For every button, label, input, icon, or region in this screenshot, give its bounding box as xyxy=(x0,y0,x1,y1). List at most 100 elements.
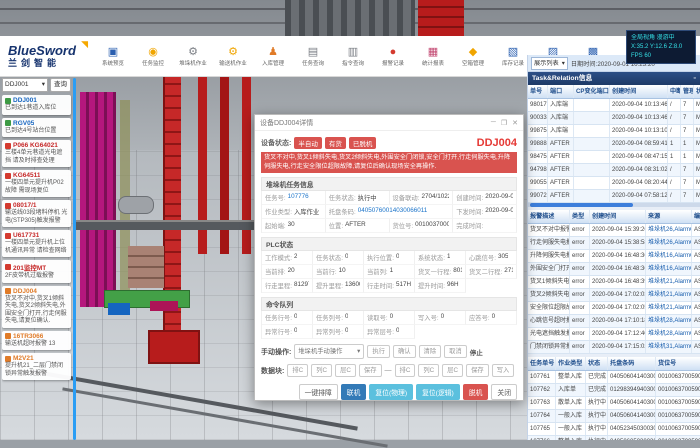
col-header[interactable]: 状态 xyxy=(586,357,608,370)
table-row[interactable]: 94798 AFTER 2020-09-04 08:31:02 / 7 MCN xyxy=(528,164,700,177)
toolbar-menu-item[interactable]: ▤ 任务查询 xyxy=(294,46,332,67)
alert-card[interactable]: KG64511 一楼四单元提升机P02故障 需现场复位 xyxy=(2,170,71,197)
alert-card[interactable]: 16TR3066 输送机超时报警 13 xyxy=(2,331,71,351)
datablock-button[interactable]: 层C xyxy=(335,364,356,377)
table-row[interactable]: 98017 入库端 2020-09-04 10:13:46 / 7 MCN xyxy=(528,99,700,112)
table-row[interactable]: 99055 AFTER 2020-09-04 08:20:44 / 7 MCN xyxy=(528,177,700,190)
table-row[interactable]: 行走伺服失电报警 error 2020-09-04 15:38:58 堆垛机26… xyxy=(528,237,700,250)
toolbar-menu-item[interactable]: ⚙ 输送机作业 xyxy=(214,46,252,67)
table-row[interactable]: 99875 入库端 2020-09-04 10:13:10 / 7 MCN xyxy=(528,125,700,138)
cell: 堆垛机21,AlarmCmd xyxy=(646,302,692,314)
manual-operation-button[interactable]: 确认 xyxy=(393,345,416,358)
col-header[interactable]: 创建时间 xyxy=(590,210,646,223)
table-row[interactable]: 107763 散单入库 执行中 0405060414030068 0010063… xyxy=(528,397,700,410)
alert-card[interactable]: P066 KG64021 三楼4单元巷道光电遮挡 请及时排查处理 xyxy=(2,140,71,167)
footer-action-button[interactable]: 关闭 xyxy=(491,384,517,400)
info-field: 作业类型: 入库作业（整入库） xyxy=(262,205,326,219)
cell xyxy=(574,125,610,137)
toolbar-menu-item[interactable]: ♟ 入库管理 xyxy=(254,46,292,67)
footer-action-button[interactable]: 联机 xyxy=(341,384,367,400)
list-mode-select[interactable]: 展示列表 ▾ xyxy=(531,57,568,70)
datablock-button[interactable]: 排C xyxy=(287,364,308,377)
datablock-button[interactable]: 排C xyxy=(395,364,416,377)
sidebar-scrollbar[interactable] xyxy=(73,78,76,440)
col-header[interactable]: 状态 xyxy=(694,85,700,98)
table-row[interactable]: 99072 AFTER 2020-09-04 07:58:12 / 7 MCN xyxy=(528,190,700,203)
col-header[interactable]: 端口 xyxy=(548,85,574,98)
table-row[interactable]: 98475 AFTER 2020-09-04 08:47:15 1 1 MCN xyxy=(528,151,700,164)
toolbar-menu-item[interactable]: ⚙ 堆垛机作业 xyxy=(174,46,212,67)
table-row[interactable]: 90033 入库端 2020-09-04 10:13:46 / 7 MCN xyxy=(528,112,700,125)
device-select[interactable]: DDJ001 ▾ xyxy=(2,78,48,92)
footer-action-button[interactable]: 复位(物理) xyxy=(369,384,413,400)
table-row[interactable]: 107761 整单入库 已完成 0405060414030066 0010063… xyxy=(528,371,700,384)
table-row[interactable]: 货叉2倾斜失电报警 error 2020-09-04 17:02:03 堆垛机2… xyxy=(528,289,700,302)
col-header[interactable]: 类型 xyxy=(570,210,590,223)
col-header[interactable]: 创建时间 xyxy=(610,85,668,98)
datablock-button[interactable]: 层C xyxy=(442,364,463,377)
table-row[interactable]: 心跳信号超时报警 error 2020-09-04 17:10:18 堆垛机28… xyxy=(528,315,700,328)
col-header[interactable]: CP变化端口 xyxy=(574,85,610,98)
datablock-button[interactable]: 保存 xyxy=(359,364,382,377)
table-row[interactable]: 货叉不对中报警触发 error 2020-09-04 15:39:26 堆垛机2… xyxy=(528,224,700,237)
col-header[interactable]: 货位号 xyxy=(656,357,700,370)
toolbar-menu-item[interactable]: ◉ 任务监控 xyxy=(134,46,172,67)
col-header[interactable]: 托盘条码 xyxy=(608,357,656,370)
cell: error xyxy=(570,302,590,314)
table-row[interactable]: 107765 一般入库 执行中 0405234503003012 0010063… xyxy=(528,423,700,436)
datablock-button[interactable]: 列C xyxy=(418,364,439,377)
footer-action-button[interactable]: 复位(逻辑) xyxy=(416,384,460,400)
datablock-button[interactable]: 列C xyxy=(311,364,332,377)
table-row[interactable]: 门禁闭锁异常报警 error 2020-09-04 17:15:02 堆垛机31… xyxy=(528,341,700,354)
alert-card-header: 201监控MT xyxy=(5,262,68,272)
toolbar-menu-item[interactable]: ▣ 系统预览 xyxy=(94,46,132,67)
manual-operation-button[interactable]: 取消 xyxy=(444,345,467,358)
alert-card[interactable]: DDJ001 已到达1巷道入库位 xyxy=(2,95,71,115)
alert-card[interactable]: M2V21 提升机21_二层门禁闭锁异常触发报警 xyxy=(2,353,71,380)
table-row[interactable]: 外围安全门打开报警 error 2020-09-04 16:48:36 堆垛机1… xyxy=(528,263,700,276)
table-row[interactable]: 升降伺服失电报警 error 2020-09-04 16:48:36 堆垛机16… xyxy=(528,250,700,263)
alert-card[interactable]: 08017/1 输送线03段堵料停机 光电(STP305)触发报警 xyxy=(2,200,71,227)
footer-action-button[interactable]: 一键排障 xyxy=(299,384,338,400)
alert-card[interactable]: RGV05 已到达4号站台位置 xyxy=(2,118,71,138)
alert-card[interactable]: U617731 一楼四单元提升机上位机通讯异常 请检查网络 xyxy=(2,230,71,257)
write-button[interactable]: 写入 xyxy=(492,364,515,377)
manual-operation-button[interactable]: 清除 xyxy=(419,345,442,358)
col-header[interactable]: 管理 xyxy=(681,85,694,98)
col-header[interactable]: 单号 xyxy=(528,85,548,98)
toolbar-menu-item[interactable]: ▦ 统计报表 xyxy=(414,46,452,67)
col-header[interactable]: 编号 xyxy=(692,210,700,223)
panel-collapse-icon[interactable]: ▫ xyxy=(694,72,696,85)
toolbar-menu-item[interactable]: ▥ 指令查询 xyxy=(334,46,372,67)
col-header[interactable]: 作业类型 xyxy=(556,357,586,370)
query-button[interactable]: 查询 xyxy=(50,78,71,92)
table-row[interactable]: 货叉1倾斜失电报警 error 2020-09-04 16:48:39 堆垛机2… xyxy=(528,276,700,289)
toolbar-menu-item[interactable]: ◆ 空箱管理 xyxy=(454,46,492,67)
dialog-titlebar[interactable]: 设备DDJ004详情 ─ ❐ ✕ xyxy=(255,115,523,131)
col-header[interactable]: 中断 xyxy=(668,85,681,98)
col-header[interactable]: 来源 xyxy=(646,210,692,223)
table-row[interactable]: 107766 整单入库 执行中 0405060503003013 0010063… xyxy=(528,436,700,440)
col-header[interactable]: 任务单号 xyxy=(528,357,556,370)
table-row[interactable]: 107762 入库单 已完成 0129839494030067 00100637… xyxy=(528,384,700,397)
col-header[interactable]: 报警描述 xyxy=(528,210,570,223)
alert-card[interactable]: DDJ004 货叉不对中,货叉1倾斜失电,货叉2倾斜失电,外围安全门打开,行走伺… xyxy=(2,286,71,328)
stop-label[interactable]: 停止 xyxy=(470,347,483,357)
minimize-icon[interactable]: ─ xyxy=(491,119,496,126)
footer-action-button[interactable]: 脱机 xyxy=(463,384,489,400)
horizontal-scrollbar[interactable] xyxy=(528,203,700,207)
table-row[interactable]: 安全限位超限故障 error 2020-09-04 17:02:05 堆垛机21… xyxy=(528,302,700,315)
manual-operation-button[interactable]: 执行 xyxy=(367,345,390,358)
alert-card[interactable]: 201监控MT 2F皮带机过载报警 xyxy=(2,260,71,283)
close-icon[interactable]: ✕ xyxy=(512,119,518,127)
datablock-button[interactable]: 保存 xyxy=(466,364,489,377)
table-row[interactable]: 107764 一般入库 执行中 0405060414030069 0010063… xyxy=(528,410,700,423)
logo-accent-icon: ◥ xyxy=(81,40,88,49)
manual-operation-select[interactable]: 堆垛机手动操作 ▾ xyxy=(294,344,364,359)
maximize-icon[interactable]: ❐ xyxy=(501,119,507,127)
table-row[interactable]: 99888 AFTER 2020-09-04 08:59:41 1 1 MCN xyxy=(528,138,700,151)
cell: 散单入库 xyxy=(556,397,586,409)
scrollbar-thumb[interactable] xyxy=(530,203,633,207)
table-row[interactable]: 光电遮挡触发报警 error 2020-09-04 17:12:40 堆垛机28… xyxy=(528,328,700,341)
toolbar-menu-item[interactable]: ● 报警记录 xyxy=(374,46,412,67)
